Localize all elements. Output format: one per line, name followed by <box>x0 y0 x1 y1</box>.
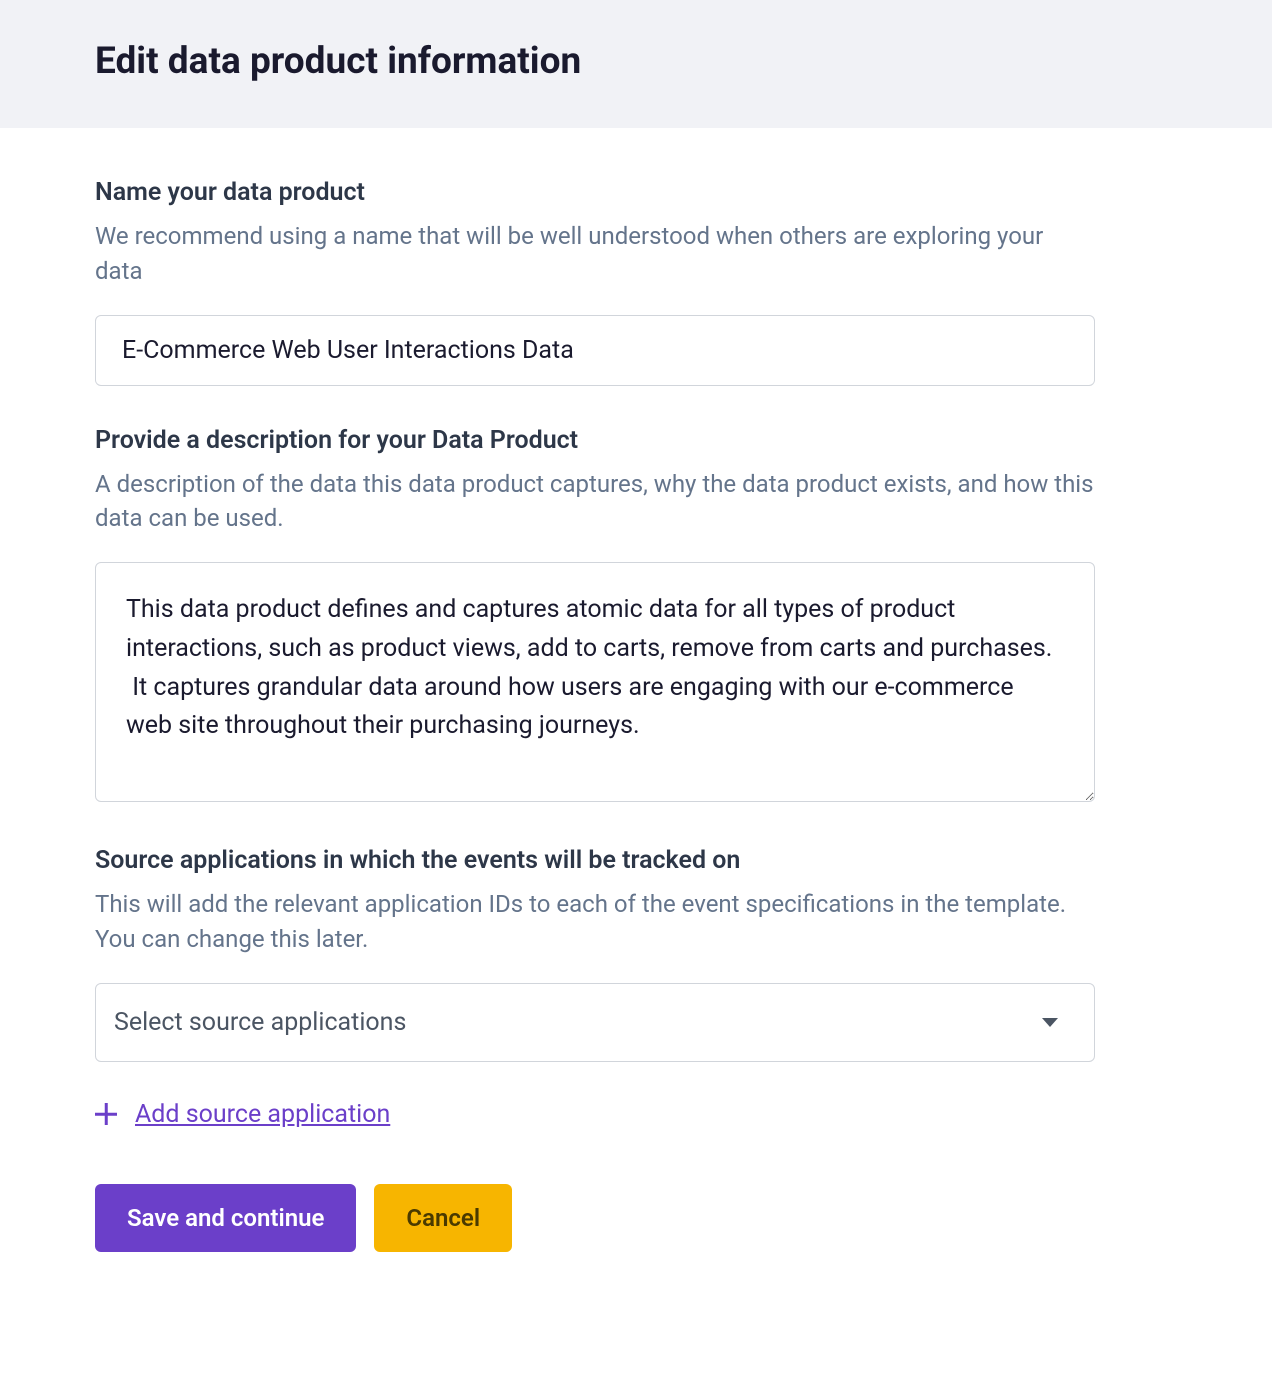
description-label: Provide a description for your Data Prod… <box>95 426 1095 455</box>
source-help: This will add the relevant application I… <box>95 887 1095 957</box>
form-content: Name your data product We recommend usin… <box>0 128 1190 1302</box>
name-label: Name your data product <box>95 178 1095 207</box>
cancel-button[interactable]: Cancel <box>374 1184 512 1252</box>
description-field-group: Provide a description for your Data Prod… <box>95 426 1095 807</box>
source-label: Source applications in which the events … <box>95 846 1095 875</box>
source-field-group: Source applications in which the events … <box>95 846 1095 1129</box>
caret-down-icon <box>1042 1018 1058 1027</box>
source-applications-select[interactable]: Select source applications <box>95 983 1095 1062</box>
source-select-placeholder: Select source applications <box>114 1008 406 1037</box>
name-help: We recommend using a name that will be w… <box>95 219 1095 289</box>
page-title: Edit data product information <box>95 40 1272 83</box>
page-header: Edit data product information <box>0 0 1272 128</box>
name-field-group: Name your data product We recommend usin… <box>95 178 1095 386</box>
description-textarea[interactable] <box>95 562 1095 802</box>
name-input[interactable] <box>95 315 1095 386</box>
description-help: A description of the data this data prod… <box>95 467 1095 537</box>
plus-icon <box>95 1103 117 1125</box>
action-buttons: Save and continue Cancel <box>95 1184 1095 1252</box>
add-source-application-link[interactable]: Add source application <box>135 1100 390 1129</box>
save-and-continue-button[interactable]: Save and continue <box>95 1184 356 1252</box>
add-source-row[interactable]: Add source application <box>95 1100 1095 1129</box>
